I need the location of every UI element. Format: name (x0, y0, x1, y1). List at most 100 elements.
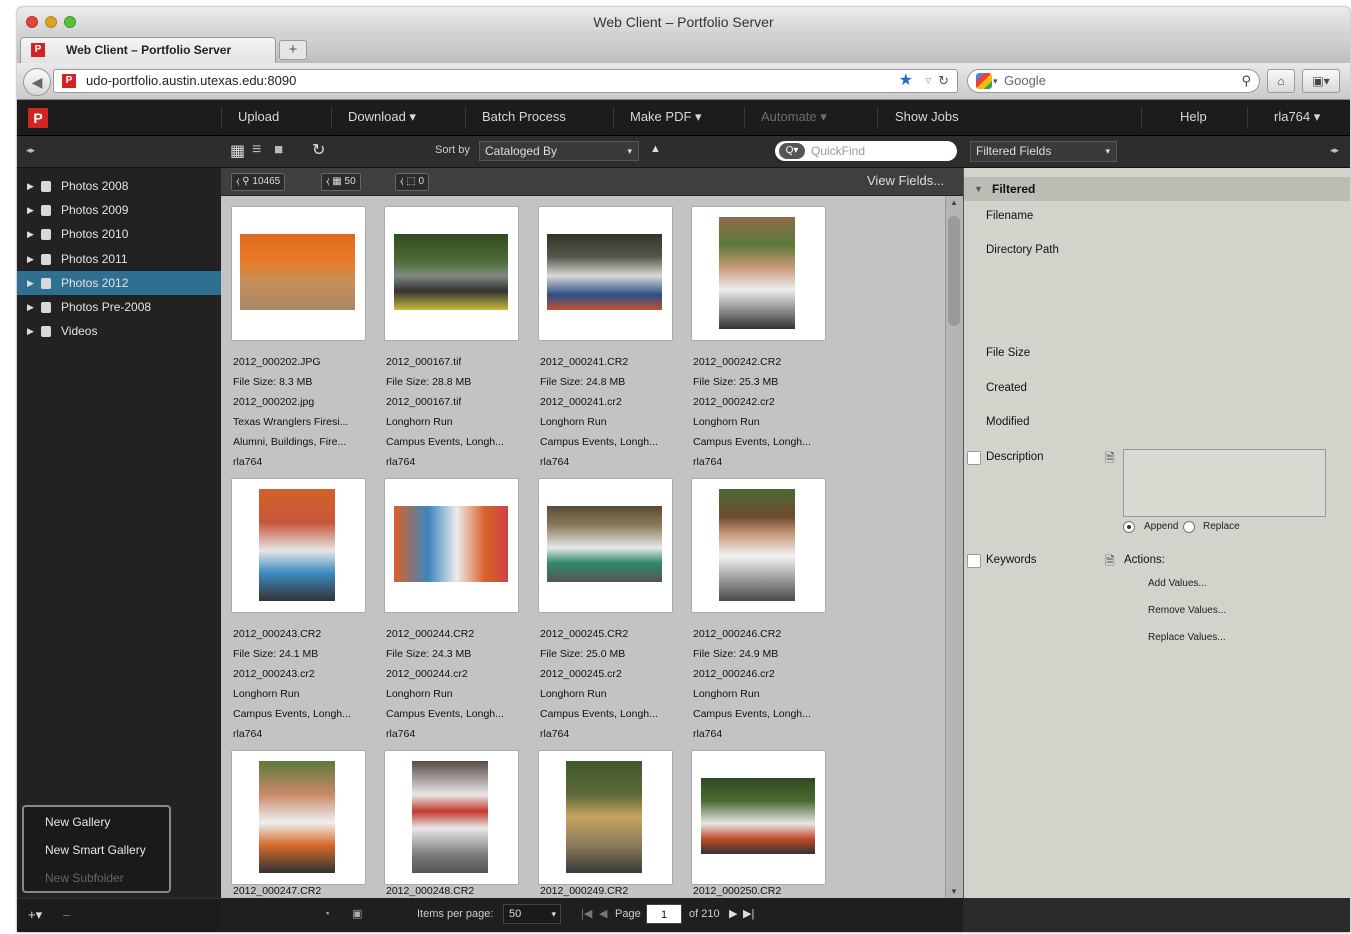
thumbnail-frame[interactable] (384, 478, 519, 613)
sidebar-item-photos-2008[interactable]: ▶ Photos 2008 (17, 174, 221, 198)
expand-icon[interactable]: ▶ (27, 174, 34, 198)
add-menu-button[interactable]: +▾ (28, 907, 42, 923)
expand-icon[interactable]: ▶ (27, 198, 34, 222)
close-window-button[interactable] (26, 16, 38, 28)
new-smart-gallery-item[interactable]: New Smart Gallery (45, 843, 146, 857)
sidebar-item-photos-2010[interactable]: ▶ Photos 2010 (17, 222, 221, 246)
thumbnail-frame[interactable] (384, 750, 519, 885)
thumbnail-frame[interactable] (538, 206, 673, 341)
disclosure-icon[interactable]: ▼ (974, 177, 983, 201)
expand-icon[interactable]: ▶ (27, 271, 34, 295)
keywords-checkbox[interactable] (967, 554, 981, 568)
first-page-icon[interactable]: |◀ (581, 907, 592, 920)
reload-icon[interactable]: ↻ (938, 70, 949, 92)
sidebar-item-photos-2009[interactable]: ▶ Photos 2009 (17, 198, 221, 222)
page-input[interactable]: 1 (646, 904, 682, 924)
asset-size: File Size: 28.8 MB (386, 376, 472, 388)
next-page-icon[interactable]: ▶ (729, 907, 737, 920)
asset-name: 2012_000250.CR2 (693, 885, 782, 897)
new-gallery-item[interactable]: New Gallery (45, 815, 110, 829)
sidebar-item-photos-pre-2008[interactable]: ▶ Photos Pre-2008 (17, 295, 221, 319)
prev-page-icon[interactable]: ◀ (599, 907, 607, 920)
append-radio[interactable] (1123, 521, 1135, 533)
grid-view-icon[interactable]: ▦ (230, 141, 245, 161)
sort-ascending-icon[interactable]: ▲ (650, 143, 661, 155)
asset-thumbnail (240, 234, 355, 310)
quickfind-input[interactable]: Q▾ QuickFind (775, 141, 957, 161)
grid-scrollbar[interactable]: ▲ ▼ (945, 196, 963, 898)
last-page-icon[interactable]: ▶| (743, 907, 754, 920)
thumbnail-frame[interactable] (691, 750, 826, 885)
menu-make-pdf[interactable]: Make PDF ▾ (630, 100, 702, 136)
remove-button[interactable]: – (63, 907, 70, 922)
menu-upload[interactable]: Upload (238, 100, 279, 136)
total-count-badge[interactable]: ⧼ ⚲ 10465 (231, 173, 286, 191)
view-fields-link[interactable]: View Fields... (867, 173, 944, 188)
filtered-section-header[interactable]: ▼ Filtered (964, 177, 1350, 201)
items-per-page-label: Items per page: (417, 908, 494, 920)
small-thumbs-icon[interactable]: ▪ (326, 908, 329, 918)
menu-show-jobs[interactable]: Show Jobs (895, 100, 959, 136)
description-textarea[interactable] (1123, 449, 1326, 517)
thumbnail-frame[interactable] (691, 206, 826, 341)
thumbnail-frame[interactable] (538, 478, 673, 613)
refresh-icon[interactable]: ↻ (312, 140, 325, 160)
browser-tab[interactable]: P Web Client – Portfolio Server (20, 37, 276, 63)
search-icon[interactable]: ⚲ (1241, 70, 1251, 92)
minimize-window-button[interactable] (45, 16, 57, 28)
new-tab-button[interactable]: + (279, 40, 307, 60)
replace-radio[interactable] (1183, 521, 1195, 533)
menu-help[interactable]: Help (1180, 100, 1207, 136)
scroll-up-icon[interactable]: ▲ (950, 198, 958, 207)
edit-icon[interactable]: 🗎 (1105, 449, 1115, 470)
scrollbar-thumb[interactable] (948, 216, 960, 326)
selected-count-badge[interactable]: ⧼ ⬚ 0 (395, 173, 430, 191)
thumbnail-frame[interactable] (231, 206, 366, 341)
sort-select[interactable]: Cataloged By ▾ (479, 141, 639, 161)
expand-icon[interactable]: ▶ (27, 295, 34, 319)
filtered-fields-select[interactable]: Filtered Fields ▾ (970, 141, 1117, 162)
menu-download[interactable]: Download ▾ (348, 100, 416, 136)
remove-values-button[interactable]: Remove Values... (1148, 605, 1226, 616)
edit-icon[interactable]: 🗎 (1105, 552, 1115, 573)
collapse-right-icon[interactable]: ◂▸ (1330, 145, 1339, 156)
replace-values-button[interactable]: Replace Values... (1148, 632, 1226, 643)
page-count-badge[interactable]: ⧼ ▦ 50 (321, 173, 361, 191)
expand-icon[interactable]: ▶ (27, 222, 34, 246)
menu-batch-process[interactable]: Batch Process (482, 100, 566, 136)
thumbnail-frame[interactable] (231, 478, 366, 613)
thumbnail-frame[interactable] (538, 750, 673, 885)
total-count: 10465 (252, 176, 281, 187)
sidebar-item-photos-2011[interactable]: ▶ Photos 2011 (17, 247, 221, 271)
extensions-button[interactable]: ▣▾ (1302, 69, 1340, 93)
scroll-down-icon[interactable]: ▼ (950, 887, 958, 896)
add-values-button[interactable]: Add Values... (1148, 578, 1207, 589)
sidebar-item-photos-2012[interactable]: ▶ Photos 2012 (17, 271, 221, 295)
collapse-left-icon[interactable]: ◂▸ (26, 145, 35, 156)
zoom-window-button[interactable] (64, 16, 76, 28)
single-view-icon[interactable]: ■ (274, 141, 283, 158)
thumbnails-icon: ⧼ ▦ (326, 176, 345, 187)
expand-icon[interactable]: ▶ (27, 247, 34, 271)
search-options-icon[interactable]: Q▾ (779, 143, 805, 159)
large-thumbs-icon[interactable]: ▣ (352, 907, 362, 920)
back-button[interactable]: ◀ (23, 68, 51, 96)
menu-user[interactable]: rla764 ▾ (1274, 100, 1320, 136)
expand-icon[interactable]: ▶ (27, 319, 34, 343)
thumbnail-frame[interactable] (384, 206, 519, 341)
bookmark-star-icon[interactable]: ★ (899, 70, 913, 92)
list-view-icon[interactable]: ≡ (252, 141, 261, 159)
items-per-page-select[interactable]: 50 ▾ (503, 904, 561, 924)
description-checkbox[interactable] (967, 451, 981, 465)
sidebar-item-videos[interactable]: ▶ Videos (17, 319, 221, 343)
thumbnail-frame[interactable] (231, 750, 366, 885)
asset-title: Longhorn Run (693, 416, 760, 428)
thumbnail-frame[interactable] (691, 478, 826, 613)
history-dropdown-icon[interactable]: ▿ (925, 70, 931, 92)
engine-chevron-icon[interactable]: ▾ (993, 70, 998, 92)
field-filename: Filename (986, 210, 1034, 222)
url-bar[interactable]: P udo-portfolio.austin.utexas.edu:8090 ★… (53, 69, 958, 93)
search-engine-field[interactable]: ▾ Google ⚲ (967, 69, 1260, 93)
home-button[interactable]: ⌂ (1267, 69, 1295, 93)
menu-divider (1141, 107, 1142, 129)
